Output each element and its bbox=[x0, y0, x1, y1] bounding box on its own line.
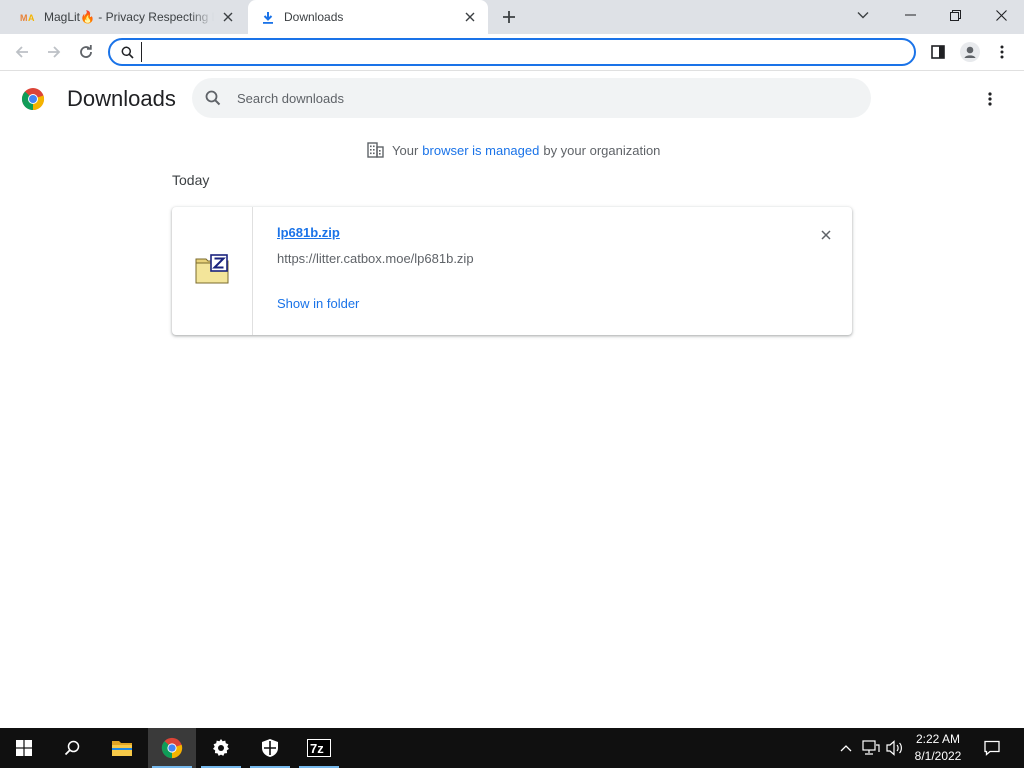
7zip-icon: 7z bbox=[307, 739, 331, 757]
browser-managed-link[interactable]: browser is managed bbox=[422, 143, 539, 158]
search-icon bbox=[64, 740, 80, 756]
close-tab-icon[interactable] bbox=[220, 9, 236, 25]
download-source-url: https://litter.catbox.moe/lp681b.zip bbox=[277, 251, 474, 266]
restore-button[interactable] bbox=[932, 0, 978, 30]
tab-title: MagLit🔥 - Privacy Respecting Er bbox=[44, 10, 214, 24]
close-window-button[interactable] bbox=[978, 0, 1024, 30]
svg-text:M: M bbox=[20, 13, 28, 23]
close-icon bbox=[821, 230, 831, 240]
arrow-right-icon bbox=[48, 46, 61, 58]
system-clock[interactable]: 2:22 AM 8/1/2022 bbox=[906, 731, 970, 765]
close-icon bbox=[995, 9, 1007, 21]
minimize-button[interactable] bbox=[887, 0, 933, 30]
side-panel-button[interactable] bbox=[924, 38, 952, 66]
speaker-icon bbox=[886, 740, 902, 756]
download-file-name-link[interactable]: lp681b.zip bbox=[277, 225, 340, 240]
forward-button[interactable] bbox=[40, 38, 68, 66]
windows-taskbar: 7z 2:22 AM 8/1/2022 bbox=[0, 728, 1024, 768]
side-panel-icon bbox=[931, 45, 945, 59]
more-vert-icon bbox=[1000, 45, 1004, 59]
remove-download-button[interactable] bbox=[816, 225, 836, 245]
managed-notice: Your browser is managed by your organiza… bbox=[366, 140, 660, 160]
downloads-more-actions-button[interactable] bbox=[978, 87, 1002, 111]
search-button[interactable] bbox=[48, 728, 96, 768]
show-in-folder-link[interactable]: Show in folder bbox=[277, 296, 359, 311]
chrome-logo-icon bbox=[161, 737, 183, 759]
search-icon bbox=[119, 44, 135, 60]
folder-icon bbox=[112, 741, 132, 756]
network-icon bbox=[862, 740, 880, 755]
windows-logo-icon bbox=[16, 740, 32, 756]
zip-file-icon bbox=[195, 253, 229, 289]
tab-strip: MA MagLit🔥 - Privacy Respecting Er Downl… bbox=[0, 0, 1024, 34]
tab-search-button[interactable] bbox=[840, 0, 886, 30]
taskbar-file-explorer[interactable] bbox=[98, 728, 146, 768]
maglit-logo-icon: MA bbox=[20, 9, 36, 25]
new-tab-button[interactable] bbox=[496, 5, 522, 29]
search-downloads-input[interactable] bbox=[237, 90, 797, 106]
building-icon bbox=[366, 141, 384, 159]
show-hidden-icons-button[interactable] bbox=[836, 728, 856, 768]
start-button[interactable] bbox=[0, 728, 48, 768]
gear-icon bbox=[213, 739, 229, 756]
browser-toolbar bbox=[0, 34, 1024, 71]
action-center-button[interactable] bbox=[978, 728, 1006, 768]
profile-button[interactable] bbox=[956, 38, 984, 66]
page-title: Downloads bbox=[67, 86, 176, 111]
svg-text:A: A bbox=[28, 13, 35, 23]
address-input[interactable] bbox=[141, 42, 881, 62]
volume-tray-button[interactable] bbox=[884, 728, 906, 768]
restore-icon bbox=[949, 9, 961, 21]
tab-maglit[interactable]: MA MagLit🔥 - Privacy Respecting Er bbox=[8, 0, 246, 34]
taskbar-chrome[interactable] bbox=[148, 728, 196, 768]
reload-icon bbox=[80, 45, 92, 58]
taskbar-settings[interactable] bbox=[197, 728, 245, 768]
file-icon-column bbox=[172, 207, 253, 335]
more-vert-icon bbox=[988, 92, 992, 106]
chevron-down-icon bbox=[857, 12, 869, 19]
taskbar-7zip[interactable]: 7z bbox=[295, 728, 343, 768]
search-icon bbox=[204, 89, 222, 107]
back-button[interactable] bbox=[8, 38, 36, 66]
tab-downloads[interactable]: Downloads bbox=[248, 0, 488, 34]
plus-icon bbox=[503, 11, 515, 23]
search-downloads-box[interactable] bbox=[192, 78, 871, 118]
clock-time: 2:22 AM bbox=[915, 732, 961, 746]
reload-button[interactable] bbox=[72, 38, 100, 66]
shield-icon bbox=[262, 739, 278, 757]
managed-notice-suffix: by your organization bbox=[543, 142, 661, 158]
download-icon bbox=[260, 9, 276, 25]
taskbar-windows-security[interactable] bbox=[246, 728, 294, 768]
avatar-icon bbox=[960, 42, 980, 62]
managed-notice-prefix: Your bbox=[392, 142, 419, 158]
network-tray-button[interactable] bbox=[860, 728, 882, 768]
chrome-menu-button[interactable] bbox=[988, 38, 1016, 66]
downloads-header: Downloads bbox=[0, 71, 1024, 127]
address-bar[interactable] bbox=[108, 38, 916, 66]
chrome-logo-icon bbox=[21, 87, 45, 111]
download-item: lp681b.zip https://litter.catbox.moe/lp6… bbox=[172, 207, 852, 335]
tab-title: Downloads bbox=[284, 10, 344, 24]
clock-date: 8/1/2022 bbox=[914, 749, 962, 763]
minimize-icon bbox=[904, 14, 916, 16]
svg-text:7z: 7z bbox=[310, 741, 324, 756]
notification-icon bbox=[984, 740, 1000, 756]
date-group-heading: Today bbox=[172, 172, 210, 188]
close-tab-icon[interactable] bbox=[462, 9, 478, 25]
arrow-left-icon bbox=[15, 46, 28, 58]
downloads-page: Downloads Your browser is managed by you… bbox=[0, 71, 1024, 728]
chevron-up-icon bbox=[840, 745, 852, 752]
